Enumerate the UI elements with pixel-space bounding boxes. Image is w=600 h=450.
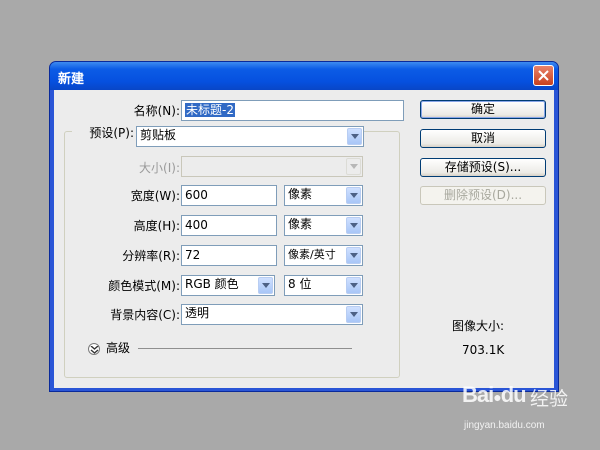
delete-preset-button: 删除预设(D)... <box>420 186 546 205</box>
save-preset-button[interactable]: 存储预设(S)... <box>420 158 546 177</box>
width-unit-select[interactable]: 像素 <box>284 185 363 206</box>
name-label: 名称(N): <box>133 104 180 118</box>
colormode-select[interactable]: RGB 颜色 <box>181 275 275 296</box>
resolution-label: 分辨率(R): <box>122 249 180 263</box>
resolution-input[interactable]: 72 <box>181 245 277 266</box>
chevron-down-icon <box>346 217 361 234</box>
background-select[interactable]: 透明 <box>181 304 363 325</box>
resolution-unit-select[interactable]: 像素/英寸 <box>284 245 363 266</box>
advanced-toggle[interactable] <box>88 343 100 355</box>
watermark-logo: Bai●du <box>462 382 527 407</box>
new-document-dialog: 新建 名称(N): 未标题-2 预设(P): 剪贴板 大小(I): 宽度(W): <box>49 61 559 392</box>
resolution-unit: 像素/英寸 <box>288 248 336 261</box>
image-size-value: 703.1K <box>462 343 505 357</box>
paw-icon: ● <box>493 389 502 405</box>
width-input[interactable]: 600 <box>181 185 277 206</box>
height-unit: 像素 <box>288 217 313 231</box>
chevron-down-icon <box>347 128 362 145</box>
title-bar[interactable]: 新建 <box>50 62 558 90</box>
image-size-label: 图像大小: <box>452 319 505 333</box>
dialog-title: 新建 <box>58 72 85 87</box>
chevron-down-icon <box>346 247 361 264</box>
close-button[interactable] <box>533 65 554 86</box>
double-chevron-down-icon <box>90 346 99 354</box>
width-unit: 像素 <box>288 187 313 201</box>
name-value: 未标题-2 <box>185 103 235 117</box>
width-label: 宽度(W): <box>130 189 180 203</box>
close-icon <box>538 70 549 81</box>
height-label: 高度(H): <box>133 219 180 233</box>
height-value: 400 <box>185 218 208 232</box>
advanced-separator <box>138 348 352 349</box>
size-select <box>181 156 363 177</box>
preset-value: 剪贴板 <box>140 128 177 142</box>
bitdepth-select[interactable]: 8 位 <box>284 275 363 296</box>
ok-button[interactable]: 确定 <box>420 100 546 119</box>
name-input[interactable]: 未标题-2 <box>181 100 404 121</box>
preset-label: 预设(P): <box>89 126 134 140</box>
background-label: 背景内容(C): <box>110 308 180 322</box>
dialog-body: 名称(N): 未标题-2 预设(P): 剪贴板 大小(I): 宽度(W): 60… <box>54 90 554 388</box>
width-value: 600 <box>185 188 208 202</box>
size-label: 大小(I): <box>139 161 180 175</box>
chevron-down-icon <box>346 187 361 204</box>
background-value: 透明 <box>185 306 210 320</box>
cancel-button[interactable]: 取消 <box>420 129 546 148</box>
chevron-down-icon <box>258 277 273 294</box>
baidu-jingyan-watermark: Bai●du 经验 jingyan.baidu.com <box>462 382 582 442</box>
bitdepth-value: 8 位 <box>288 277 312 291</box>
chevron-down-icon <box>346 277 361 294</box>
height-input[interactable]: 400 <box>181 215 277 236</box>
resolution-value: 72 <box>185 248 201 262</box>
advanced-label: 高级 <box>106 341 131 355</box>
watermark-jingyan: 经验 <box>530 388 569 410</box>
preset-select[interactable]: 剪贴板 <box>136 126 364 147</box>
height-unit-select[interactable]: 像素 <box>284 215 363 236</box>
colormode-label: 颜色模式(M): <box>108 279 180 293</box>
colormode-value: RGB 颜色 <box>185 277 239 291</box>
chevron-down-icon <box>346 158 361 175</box>
watermark-url: jingyan.baidu.com <box>464 420 545 431</box>
chevron-down-icon <box>346 306 361 323</box>
